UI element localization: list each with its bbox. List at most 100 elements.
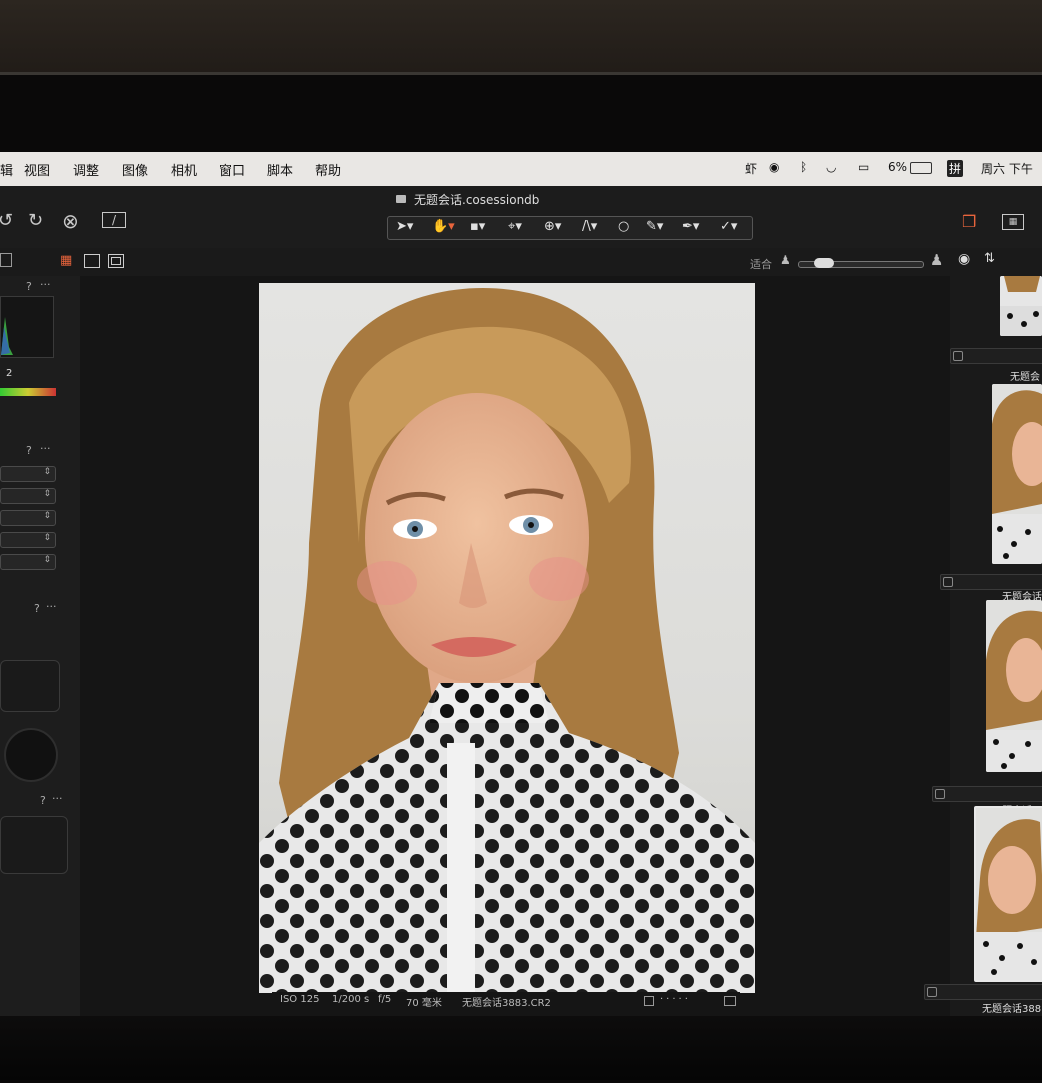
hand-tool-icon[interactable]: ✋▾: [432, 219, 455, 234]
filmstrip: 无题会 无题会话 无题会话3 无题会话388: [924, 276, 1042, 1016]
thumbnail[interactable]: [1000, 276, 1042, 336]
thumbnail-checkbox[interactable]: [935, 789, 945, 799]
menu-image[interactable]: 图像: [122, 160, 148, 179]
person-small-icon: ♟: [780, 253, 791, 267]
person-large-icon: ♟: [930, 251, 944, 269]
exif-shutter: 1/200 s: [332, 994, 370, 1005]
crop-tool-icon[interactable]: ⌖▾: [508, 219, 522, 234]
settings-select[interactable]: ⇕: [0, 532, 56, 548]
settings-select[interactable]: ⇕: [0, 466, 56, 482]
reset-icon[interactable]: ⊗: [62, 209, 79, 233]
battery-percent: 6%: [888, 160, 908, 174]
histogram-value: 2: [6, 368, 13, 379]
color-wheel-box[interactable]: [0, 660, 60, 712]
help-icon[interactable]: ?: [34, 602, 40, 615]
menu-script[interactable]: 脚本: [267, 160, 293, 179]
window-title: 无题会话.cosessiondb: [414, 193, 540, 207]
select-tool-icon[interactable]: ➤▾: [396, 219, 413, 234]
zoom-slider-handle[interactable]: [813, 258, 834, 268]
grid-layout-icon[interactable]: ▦: [60, 253, 72, 268]
menu-edit[interactable]: 辑: [0, 160, 13, 179]
menu-window[interactable]: 窗口: [219, 160, 245, 179]
stamp-tool-icon[interactable]: ▪▾: [470, 219, 485, 234]
rating-dots[interactable]: ·····: [660, 994, 691, 1005]
exposure-color-bar: [0, 388, 56, 396]
menu-help[interactable]: 帮助: [315, 160, 341, 179]
sort-icon[interactable]: ⇅: [984, 251, 995, 266]
compare-icon[interactable]: /: [102, 212, 126, 228]
histogram: [0, 296, 54, 358]
viewer-bar: ▦ 适合 ♟ ♟ ◉ ⇅: [0, 248, 1042, 277]
thumbnail-label: 无题会话388: [982, 1004, 1042, 1015]
battery-icon[interactable]: [910, 162, 932, 174]
menu-bar: 辑 视图 调整 图像 相机 窗口 脚本 帮助 虾 ◉ ᛒ ◡ ▭ 6% 拼 周六…: [0, 152, 1042, 186]
thumbnail-checkbox[interactable]: [953, 351, 963, 361]
grid-view-icon[interactable]: ▦: [1002, 214, 1024, 230]
annotate-tool-icon[interactable]: ✓▾: [720, 219, 737, 234]
playback-box[interactable]: [0, 816, 68, 874]
chevron-updown-icon: ⇕: [43, 489, 51, 499]
exif-focal: 70 毫米: [406, 998, 442, 1009]
exif-filename: 无题会话3883.CR2: [462, 998, 551, 1009]
settings-select[interactable]: ⇕: [0, 554, 56, 570]
menu-adjust[interactable]: 调整: [73, 160, 99, 179]
thumbnail[interactable]: [986, 600, 1042, 772]
more-icon[interactable]: ···: [52, 792, 63, 805]
picker-tool-icon[interactable]: ✒▾: [682, 219, 699, 234]
brush-tool-icon[interactable]: ✎▾: [646, 219, 663, 234]
more-icon[interactable]: ···: [40, 442, 51, 455]
monitor-bottom-bezel: [0, 1016, 1042, 1080]
menu-camera[interactable]: 相机: [171, 160, 197, 179]
keystone-tool-icon[interactable]: /\▾: [582, 219, 597, 234]
main-photo[interactable]: [259, 283, 755, 993]
undo-icon[interactable]: ↺: [0, 210, 13, 231]
circle-tool-icon[interactable]: ○: [618, 219, 629, 234]
menu-view[interactable]: 视图: [24, 160, 50, 179]
more-icon[interactable]: ···: [46, 600, 57, 613]
chevron-updown-icon: ⇕: [43, 555, 51, 565]
exif-bar: ISO 125 1/200 s f/5 70 毫米 无题会话3883.CR2 ·…: [272, 992, 740, 1009]
wifi-icon[interactable]: ◡: [826, 160, 836, 174]
document-icon: [396, 195, 406, 203]
shrimp-app-icon[interactable]: 虾: [745, 160, 757, 177]
tool-panel: ? ··· 2 ? ··· ⇕ ⇕ ⇕ ⇕ ⇕ ? ··· ? ···: [0, 276, 81, 1016]
thumbnail-caption: [924, 984, 1042, 1000]
exif-iso: ISO 125: [280, 994, 320, 1005]
airplay-icon[interactable]: ▭: [858, 160, 869, 174]
panel-icon[interactable]: [0, 253, 12, 267]
chevron-updown-icon: ⇕: [43, 467, 51, 477]
bluetooth-icon[interactable]: ᛒ: [800, 160, 807, 174]
single-view-icon[interactable]: [84, 254, 100, 268]
thumbnail-caption: [932, 786, 1042, 802]
select-checkbox[interactable]: [644, 996, 654, 1006]
adjustment-dial[interactable]: [4, 728, 58, 782]
more-icon[interactable]: ···: [40, 278, 51, 291]
chevron-updown-icon: ⇕: [43, 511, 51, 521]
color-tag-icon[interactable]: [724, 996, 736, 1006]
settings-select[interactable]: ⇕: [0, 510, 56, 526]
chevron-updown-icon: ⇕: [43, 533, 51, 543]
multi-view-icon[interactable]: ❒: [962, 212, 976, 231]
eye-icon[interactable]: ◉: [958, 251, 970, 267]
clock[interactable]: 周六 下午: [981, 160, 1033, 177]
rotate-tool-icon[interactable]: ⊕▾: [544, 219, 561, 234]
help-icon[interactable]: ?: [26, 444, 32, 457]
settings-select[interactable]: ⇕: [0, 488, 56, 504]
monitor-screen: 辑 视图 调整 图像 相机 窗口 脚本 帮助 虾 ◉ ᛒ ◡ ▭ 6% 拼 周六…: [0, 152, 1042, 1016]
thumbnail[interactable]: [992, 384, 1042, 564]
full-view-icon[interactable]: [108, 254, 124, 268]
input-method-icon[interactable]: 拼: [947, 160, 964, 177]
help-icon[interactable]: ?: [40, 794, 46, 807]
wechat-icon[interactable]: ◉: [769, 160, 779, 174]
room-background: [0, 0, 1042, 80]
thumbnail-checkbox[interactable]: [943, 577, 953, 587]
help-icon[interactable]: ?: [26, 280, 32, 293]
zoom-fit-label[interactable]: 适合: [750, 256, 772, 272]
title-bar: 无题会话.cosessiondb: [0, 186, 1042, 212]
redo-icon[interactable]: ↻: [28, 210, 43, 231]
cursor-tool-group: ➤▾ ✋▾ ▪▾ ⌖▾ ⊕▾ /\▾ ○ ✎▾ ✒▾ ✓▾: [387, 216, 753, 240]
thumbnail-checkbox[interactable]: [927, 987, 937, 997]
toolbar: ↺ ↻ ⊗ / ➤▾ ✋▾ ▪▾ ⌖▾ ⊕▾ /\▾ ○ ✎▾ ✒▾ ✓▾ ❒ …: [0, 209, 1042, 248]
thumbnail-label: 无题会: [1010, 372, 1040, 383]
thumbnail-selected[interactable]: [974, 806, 1042, 982]
